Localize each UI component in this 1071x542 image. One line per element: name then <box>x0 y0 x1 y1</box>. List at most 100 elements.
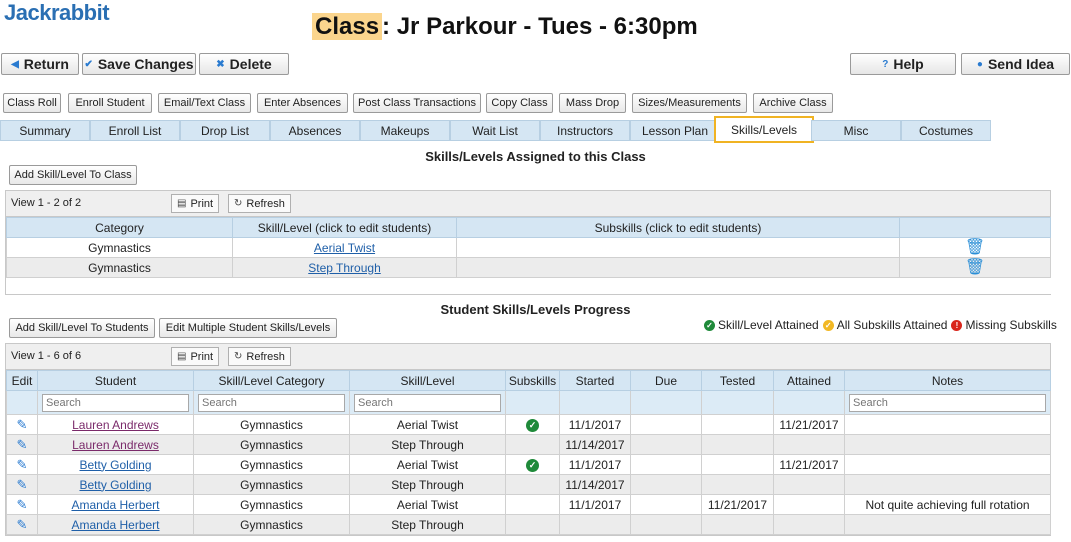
subskills-cell[interactable] <box>456 237 900 258</box>
x-icon: ✖ <box>216 58 225 70</box>
check-circle-yellow-icon: ✓ <box>822 319 834 331</box>
col-notes[interactable]: Notes <box>844 370 1051 391</box>
col-skill-level[interactable]: Skill/Level <box>349 370 506 391</box>
delete-button[interactable]: ✖ Delete <box>199 53 289 75</box>
delete-cell: 🗑 <box>899 257 1051 278</box>
return-button[interactable]: ◀ Return <box>1 53 79 75</box>
tab-drop-list[interactable]: Drop List <box>180 120 270 141</box>
skill-link[interactable]: Aerial Twist <box>314 241 375 255</box>
empty-filler-row <box>6 277 1051 294</box>
student-search-input[interactable] <box>42 393 189 412</box>
col-attained[interactable]: Attained <box>773 370 845 391</box>
tested-cell <box>701 454 774 475</box>
student-link[interactable]: Lauren Andrews <box>72 438 159 452</box>
col-tested[interactable]: Tested <box>701 370 774 391</box>
tab-summary[interactable]: Summary <box>0 120 90 141</box>
help-button[interactable]: ? Help <box>850 53 956 75</box>
tab-skills-levels[interactable]: Skills/Levels <box>714 116 814 143</box>
due-cell <box>630 454 702 475</box>
category-cell: Gymnastics <box>193 514 350 535</box>
col-started[interactable]: Started <box>559 370 631 391</box>
progress-grid-toolbar: View 1 - 6 of 6 ▤ Print ↻ Refresh <box>6 344 1050 370</box>
col-due[interactable]: Due <box>630 370 702 391</box>
skill-cell: Aerial Twist <box>349 494 506 515</box>
pencil-icon[interactable]: ✎ <box>17 497 28 512</box>
assigned-grid-toolbar: View 1 - 2 of 2 ▤ Print ↻ Refresh <box>6 191 1050 217</box>
checkmark-icon: ✔ <box>84 58 93 70</box>
col-edit[interactable]: Edit <box>6 370 38 391</box>
skill-search-input[interactable] <box>354 393 501 412</box>
sizes-measurements-button[interactable]: Sizes/Measurements <box>632 93 747 113</box>
student-link[interactable]: Betty Golding <box>79 458 151 472</box>
col-student[interactable]: Student <box>37 370 194 391</box>
progress-table: Edit Student Skill/Level Category Skill/… <box>6 370 1051 535</box>
tab-bar: Summary Enroll List Drop List Absences M… <box>0 116 1071 143</box>
tab-makeups[interactable]: Makeups <box>360 120 450 141</box>
add-skill-to-class-button[interactable]: Add Skill/Level To Class <box>9 165 137 185</box>
student-link[interactable]: Lauren Andrews <box>72 418 159 432</box>
category-cell: Gymnastics <box>193 474 350 495</box>
started-cell: 11/1/2017 <box>559 494 631 515</box>
tested-cell <box>701 434 774 455</box>
notes-cell <box>844 414 1051 435</box>
add-skill-to-students-button[interactable]: Add Skill/Level To Students <box>9 318 155 338</box>
skill-link[interactable]: Step Through <box>308 261 381 275</box>
pencil-icon[interactable]: ✎ <box>17 457 28 472</box>
student-link[interactable]: Betty Golding <box>79 478 151 492</box>
progress-refresh-button[interactable]: ↻ Refresh <box>228 347 291 366</box>
tab-misc[interactable]: Misc <box>811 120 901 141</box>
tested-cell <box>701 474 774 495</box>
pencil-icon[interactable]: ✎ <box>17 477 28 492</box>
table-row: ✎ Lauren Andrews Gymnastics Aerial Twist… <box>6 414 1051 435</box>
pencil-icon[interactable]: ✎ <box>17 517 28 532</box>
category-cell: Gymnastics <box>193 454 350 475</box>
tab-enroll-list[interactable]: Enroll List <box>90 120 180 141</box>
archive-class-button[interactable]: Archive Class <box>753 93 833 113</box>
col-actions <box>899 217 1051 238</box>
tab-absences[interactable]: Absences <box>270 120 360 141</box>
tested-cell <box>701 514 774 535</box>
student-link[interactable]: Amanda Herbert <box>71 518 159 532</box>
tested-cell: 11/21/2017 <box>701 494 774 515</box>
save-changes-button[interactable]: ✔ Save Changes <box>82 53 196 75</box>
mass-drop-button[interactable]: Mass Drop <box>559 93 626 113</box>
check-circle-icon: ✓ <box>526 419 539 432</box>
notes-cell <box>844 454 1051 475</box>
tab-instructors[interactable]: Instructors <box>540 120 630 141</box>
enroll-student-button[interactable]: Enroll Student <box>68 93 152 113</box>
lightbulb-icon: ● <box>976 58 983 70</box>
category-search-input[interactable] <box>198 393 345 412</box>
category-cell: Gymnastics <box>193 414 350 435</box>
edit-multiple-skills-button[interactable]: Edit Multiple Student Skills/Levels <box>159 318 337 338</box>
category-cell: Gymnastics <box>6 257 233 278</box>
class-roll-button[interactable]: Class Roll <box>3 93 61 113</box>
table-row: ✎ Betty Golding Gymnastics Step Through … <box>6 474 1051 495</box>
email-text-class-button[interactable]: Email/Text Class <box>158 93 251 113</box>
trash-icon[interactable]: 🗑 <box>965 239 985 256</box>
assigned-refresh-button[interactable]: ↻ Refresh <box>228 194 291 213</box>
skill-cell: Aerial Twist <box>349 454 506 475</box>
category-cell: Gymnastics <box>6 237 233 258</box>
assigned-print-button[interactable]: ▤ Print <box>171 194 220 213</box>
attained-cell <box>773 514 845 535</box>
pencil-icon[interactable]: ✎ <box>17 417 28 432</box>
post-class-transactions-button[interactable]: Post Class Transactions <box>353 93 481 113</box>
notes-search-input[interactable] <box>849 393 1046 412</box>
tab-lesson-plan[interactable]: Lesson Plan <box>630 120 720 141</box>
pencil-icon[interactable]: ✎ <box>17 437 28 452</box>
assigned-grid: View 1 - 2 of 2 ▤ Print ↻ Refresh Category… <box>5 190 1051 295</box>
student-link[interactable]: Amanda Herbert <box>71 498 159 512</box>
progress-print-button[interactable]: ▤ Print <box>171 347 220 366</box>
tab-wait-list[interactable]: Wait List <box>450 120 540 141</box>
col-skill-category[interactable]: Skill/Level Category <box>193 370 350 391</box>
copy-class-button[interactable]: Copy Class <box>486 93 553 113</box>
trash-icon[interactable]: 🗑 <box>965 259 985 276</box>
alert-circle-icon: ! <box>951 319 963 331</box>
col-subskills[interactable]: Subskills <box>505 370 560 391</box>
enter-absences-button[interactable]: Enter Absences <box>257 93 348 113</box>
table-row: Gymnastics Step Through 🗑 <box>6 257 1051 278</box>
assigned-view-info: View 1 - 2 of 2 <box>11 197 82 209</box>
subskills-cell[interactable] <box>456 257 900 278</box>
tab-costumes[interactable]: Costumes <box>901 120 991 141</box>
send-idea-button[interactable]: ● Send Idea <box>961 53 1070 75</box>
